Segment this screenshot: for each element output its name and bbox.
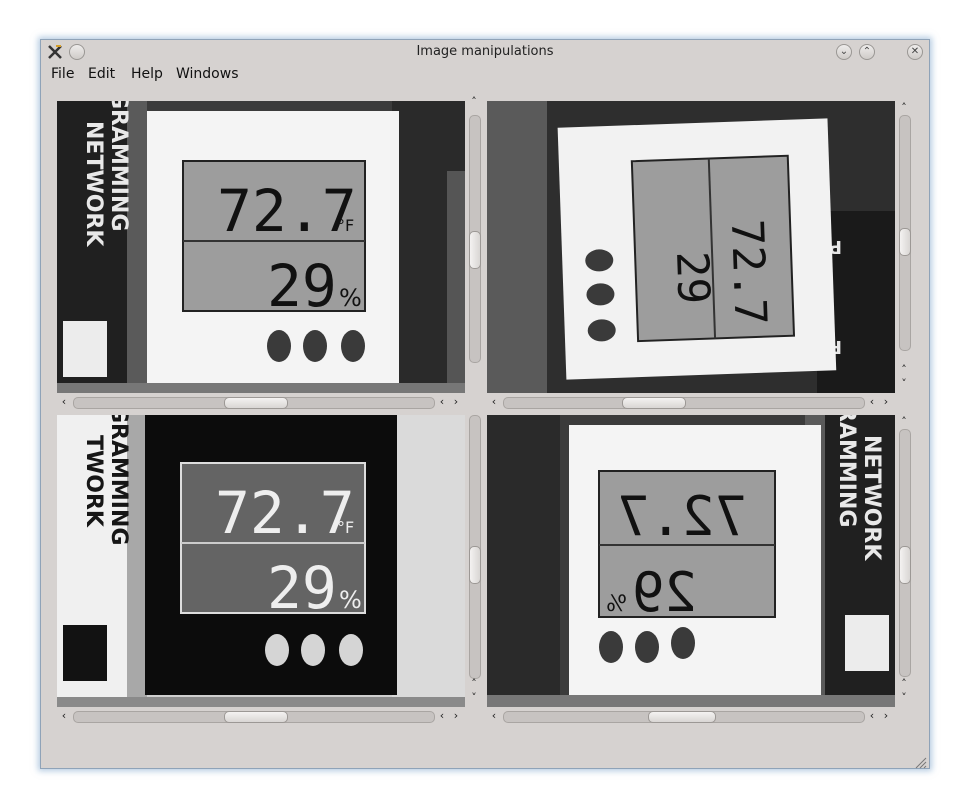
horizontal-scrollbar[interactable]: ‹ ‹ › xyxy=(57,709,465,723)
scroll-track[interactable] xyxy=(469,415,481,679)
svg-text:72.7: 72.7 xyxy=(617,485,747,548)
scroll-track[interactable] xyxy=(899,429,911,677)
svg-text:%: % xyxy=(339,586,362,614)
resize-grip-icon[interactable] xyxy=(915,754,927,769)
scroll-left-icon[interactable]: ‹ xyxy=(437,709,447,723)
menu-edit[interactable]: Edit xyxy=(84,66,119,82)
scroll-left-icon[interactable]: ‹ xyxy=(437,395,447,409)
image-view-inverted[interactable]: TWORK GRAMMING 72.7 °F 29 % xyxy=(57,415,465,707)
image-view-flipped[interactable]: NETWORK RAMMING 72.7 29 % xyxy=(487,415,895,707)
image-pane-flipped: NETWORK RAMMING 72.7 29 % ˄ ˄ ˅ ‹ ‹ › xyxy=(487,415,911,727)
svg-text:GRAMMING: GRAMMING xyxy=(106,101,131,231)
image-view-rotated[interactable]: PROG RAMMIN 72.7 29 xyxy=(487,101,895,393)
scroll-left-icon[interactable]: ‹ xyxy=(59,395,69,409)
svg-text:29: 29 xyxy=(632,561,697,624)
horizontal-scrollbar[interactable]: ‹ ‹ › xyxy=(487,709,895,723)
vertical-scrollbar[interactable]: ˄ ˅ xyxy=(467,415,481,707)
scroll-thumb[interactable] xyxy=(469,546,481,584)
svg-text:°F: °F xyxy=(337,216,354,235)
svg-text:72.7: 72.7 xyxy=(215,479,355,547)
scroll-down-icon[interactable]: ˅ xyxy=(899,691,909,705)
thermometer-image: PROG RAMMIN 72.7 29 xyxy=(487,101,895,393)
scroll-down-icon[interactable]: ˅ xyxy=(899,377,909,391)
scroll-thumb[interactable] xyxy=(224,397,288,409)
vertical-scrollbar[interactable]: ˄ ˄ ˅ xyxy=(897,101,911,393)
scroll-up-icon[interactable]: ˄ xyxy=(469,677,479,691)
scroll-track[interactable] xyxy=(899,115,911,351)
title-bar[interactable]: Image manipulations ⌄ ⌃ ✕ xyxy=(41,40,929,64)
scroll-right-icon[interactable]: › xyxy=(451,395,461,409)
horizontal-scrollbar[interactable]: ‹ ‹ › xyxy=(487,395,895,409)
svg-text:°F: °F xyxy=(337,518,354,537)
thermometer-image: TWORK GRAMMING 72.7 °F 29 % xyxy=(57,415,465,707)
window-title: Image manipulations xyxy=(416,44,554,59)
svg-text:29: 29 xyxy=(666,250,719,305)
scroll-left-icon[interactable]: ‹ xyxy=(867,709,877,723)
image-pane-rotated: PROG RAMMIN 72.7 29 ˄ ˄ ˅ xyxy=(487,101,911,413)
scroll-left-icon[interactable]: ‹ xyxy=(489,709,499,723)
image-pane-inverted: TWORK GRAMMING 72.7 °F 29 % ˄ ˅ ‹ ‹ › xyxy=(57,415,481,727)
menu-help[interactable]: Help xyxy=(127,66,167,82)
main-window: Image manipulations ⌄ ⌃ ✕ File Edit Help… xyxy=(40,39,930,769)
scroll-thumb[interactable] xyxy=(899,546,911,584)
svg-text:%: % xyxy=(339,284,362,312)
menu-file[interactable]: File xyxy=(47,66,78,82)
svg-text:RAMMING: RAMMING xyxy=(834,415,859,527)
menu-bar: File Edit Help Windows xyxy=(41,64,929,86)
scroll-right-icon[interactable]: › xyxy=(451,709,461,723)
scroll-track[interactable] xyxy=(469,115,481,363)
svg-text:72.7: 72.7 xyxy=(721,218,776,326)
svg-text:NETWORK: NETWORK xyxy=(81,121,106,247)
image-pane-original: NETWORK GRAMMING 72.7 °F 29 % ˄ ‹ ‹ › xyxy=(57,95,481,413)
scroll-thumb[interactable] xyxy=(648,711,716,723)
svg-text:%: % xyxy=(606,592,627,617)
close-icon[interactable]: ✕ xyxy=(907,44,923,60)
scroll-left-icon[interactable]: ‹ xyxy=(867,395,877,409)
scroll-left-icon[interactable]: ‹ xyxy=(59,709,69,723)
scroll-up-icon[interactable]: ˄ xyxy=(899,101,909,115)
scroll-track[interactable] xyxy=(73,397,435,409)
svg-text:NETWORK: NETWORK xyxy=(859,435,884,561)
scroll-thumb[interactable] xyxy=(469,231,481,269)
scroll-up-icon[interactable]: ˄ xyxy=(469,95,479,109)
scroll-right-icon[interactable]: › xyxy=(881,709,891,723)
svg-text:GRAMMING: GRAMMING xyxy=(106,415,131,545)
scroll-thumb[interactable] xyxy=(224,711,288,723)
svg-text:29: 29 xyxy=(267,252,337,320)
scroll-track[interactable] xyxy=(503,711,865,723)
scroll-left-icon[interactable]: ‹ xyxy=(489,395,499,409)
vertical-scrollbar[interactable]: ˄ ˄ ˅ xyxy=(897,415,911,707)
svg-text:72.7: 72.7 xyxy=(217,177,357,245)
scroll-track[interactable] xyxy=(73,711,435,723)
image-view-original[interactable]: NETWORK GRAMMING 72.7 °F 29 % xyxy=(57,101,465,393)
thermometer-image: NETWORK RAMMING 72.7 29 % xyxy=(487,415,895,707)
minimize-icon[interactable]: ⌄ xyxy=(836,44,852,60)
scroll-thumb[interactable] xyxy=(899,228,911,256)
maximize-icon[interactable]: ⌃ xyxy=(859,44,875,60)
thermometer-image: NETWORK GRAMMING 72.7 °F 29 % xyxy=(57,101,465,393)
scroll-track[interactable] xyxy=(503,397,865,409)
scroll-up-icon[interactable]: ˄ xyxy=(899,363,909,377)
scroll-thumb[interactable] xyxy=(622,397,686,409)
scroll-right-icon[interactable]: › xyxy=(881,395,891,409)
scroll-up-icon[interactable]: ˄ xyxy=(899,415,909,429)
svg-text:TWORK: TWORK xyxy=(81,435,106,528)
scroll-down-icon[interactable]: ˅ xyxy=(469,691,479,705)
svg-text:29: 29 xyxy=(267,554,337,622)
vertical-scrollbar[interactable]: ˄ xyxy=(467,95,481,393)
menu-windows[interactable]: Windows xyxy=(172,66,243,82)
scroll-up-icon[interactable]: ˄ xyxy=(899,677,909,691)
horizontal-scrollbar[interactable]: ‹ ‹ › xyxy=(57,395,465,409)
